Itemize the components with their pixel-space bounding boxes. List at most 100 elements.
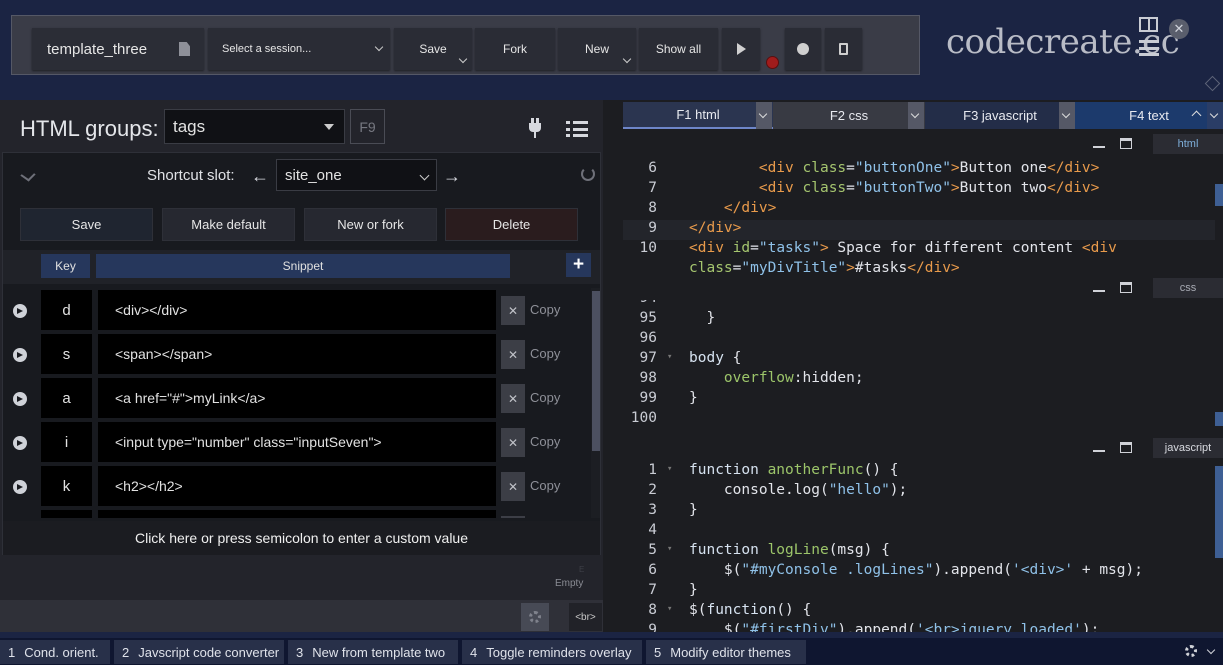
arrow-left-icon[interactable]: ←	[251, 166, 269, 187]
menu-icon[interactable]	[1139, 40, 1159, 56]
snippet-list: d <div></div> ✕ Copy s <span></span> ✕ C…	[3, 288, 591, 518]
add-snippet-button[interactable]: +	[566, 253, 591, 277]
fork-button[interactable]: Fork	[475, 28, 555, 70]
close-icon[interactable]: ✕	[1169, 19, 1189, 39]
show-all-button[interactable]: Show all	[639, 28, 718, 70]
groups-label: HTML groups:	[20, 116, 159, 141]
close-icon[interactable]: ✕	[501, 472, 525, 501]
arrow-circle-right-icon[interactable]	[13, 436, 27, 450]
snippet-column-header[interactable]: Snippet	[96, 254, 510, 278]
snippet-key[interactable]: a	[41, 378, 92, 418]
copy-button[interactable]: Copy	[530, 302, 560, 317]
snippet-value[interactable]: <a href="#">myLink</a>	[98, 378, 496, 418]
slot-save-button[interactable]: Save	[20, 208, 153, 241]
table-row: a <a href="#">myLink</a> ✕ Copy	[3, 376, 591, 420]
snippet-value[interactable]	[98, 510, 496, 518]
status-item-code-converter[interactable]: 2 Javscript code converter	[114, 640, 284, 664]
status-item-label: Cond. orient.	[24, 644, 99, 660]
copy-button[interactable]: Copy	[530, 478, 560, 493]
status-item-editor-themes[interactable]: 5 Modify editor themes	[646, 640, 806, 664]
snippet-key[interactable]	[41, 510, 92, 518]
device-button[interactable]	[825, 28, 862, 70]
shortcut-slot-select[interactable]: site_one	[276, 159, 437, 191]
play-icon	[736, 43, 746, 55]
settings-button[interactable]	[521, 603, 549, 631]
close-icon[interactable]: ✕	[501, 296, 525, 325]
status-item-toggle-reminders[interactable]: 4 Toggle reminders overlay	[462, 640, 642, 664]
close-icon[interactable]	[501, 516, 525, 518]
chevron-down-icon[interactable]	[756, 102, 772, 129]
minimize-icon[interactable]	[1093, 146, 1105, 148]
session-select[interactable]: Select a session...	[208, 28, 390, 70]
empty-shortcut-key: E	[579, 565, 585, 574]
copy-button[interactable]: Copy	[530, 434, 560, 449]
list-icon[interactable]	[566, 121, 588, 137]
status-item-new-from-template[interactable]: 3 New from template two	[288, 640, 458, 664]
move-icon[interactable]	[1204, 75, 1221, 92]
snippet-key[interactable]: i	[41, 422, 92, 462]
delete-button[interactable]: Delete	[445, 208, 578, 241]
close-icon[interactable]: ✕	[501, 384, 525, 413]
minimize-icon[interactable]	[1093, 450, 1105, 452]
snippet-key[interactable]: d	[41, 290, 92, 330]
chevron-down-icon[interactable]	[1059, 102, 1075, 129]
html-code-pane[interactable]: 6 <div class="buttonOne">Button one</div…	[623, 158, 1223, 276]
chevron-down-icon[interactable]	[1206, 645, 1216, 655]
maximize-icon[interactable]	[1120, 282, 1132, 293]
snippet-value[interactable]: <input type="number" class="inputSeven">	[98, 422, 496, 462]
arrow-circle-right-icon[interactable]	[13, 348, 27, 362]
tab-html[interactable]: F1 html	[623, 102, 773, 129]
chevron-down-icon[interactable]	[908, 102, 924, 129]
maximize-icon[interactable]	[1120, 138, 1132, 149]
status-item-label: Javscript code converter	[138, 644, 280, 660]
snippet-key[interactable]: k	[41, 466, 92, 506]
copy-button[interactable]: Copy	[530, 346, 560, 361]
refresh-icon[interactable]	[581, 167, 595, 181]
status-item-number: 1	[8, 644, 16, 660]
new-button[interactable]: New	[558, 28, 636, 70]
make-default-button[interactable]: Make default	[162, 208, 295, 241]
snippet-scrollbar-thumb[interactable]	[592, 291, 600, 451]
save-button[interactable]: Save	[394, 28, 472, 70]
chevron-down-icon[interactable]	[622, 54, 632, 64]
record-indicator[interactable]	[766, 56, 779, 69]
snippet-value[interactable]: <span></span>	[98, 334, 496, 374]
document-icon[interactable]	[179, 42, 190, 56]
br-button[interactable]: <br>	[569, 603, 602, 631]
arrow-right-icon[interactable]: →	[443, 166, 461, 187]
groups-select[interactable]: tags	[164, 109, 345, 144]
status-item-label: Modify editor themes	[670, 644, 791, 660]
css-code-pane[interactable]: 94 95 } 96 97▾body { 98 overflow:hidden;…	[623, 300, 1223, 428]
minimize-icon[interactable]	[1093, 290, 1105, 292]
run-button[interactable]	[722, 28, 760, 70]
pane-language-label: javascript	[1153, 438, 1223, 458]
tab-javascript[interactable]: F3 javascript	[925, 102, 1075, 129]
custom-value-hint[interactable]: Click here or press semicolon to enter a…	[3, 521, 600, 555]
plug-icon[interactable]	[527, 118, 543, 138]
snippet-value[interactable]: <div></div>	[98, 290, 496, 330]
snippet-value[interactable]: <h2></h2>	[98, 466, 496, 506]
key-column-header[interactable]: Key	[41, 254, 90, 278]
template-name-field[interactable]: template_three	[32, 28, 204, 70]
new-or-fork-button[interactable]: New or fork	[304, 208, 437, 241]
palette-button[interactable]	[785, 28, 821, 70]
close-icon[interactable]: ✕	[501, 428, 525, 457]
chevron-down-icon[interactable]	[458, 54, 468, 64]
snippet-key[interactable]: s	[41, 334, 92, 374]
tab-css[interactable]: F2 css	[773, 102, 925, 129]
chevron-down-icon[interactable]	[1207, 102, 1223, 129]
pencil-icon[interactable]	[20, 168, 36, 182]
javascript-code-pane[interactable]: 1 ▾ function anotherFunc() { 2 console.log…	[623, 462, 1223, 632]
maximize-icon[interactable]	[1120, 442, 1132, 453]
copy-button[interactable]: Copy	[530, 390, 560, 405]
gear-icon[interactable]	[1185, 645, 1197, 657]
status-item-number: 3	[296, 644, 304, 660]
arrow-circle-right-icon[interactable]	[13, 392, 27, 406]
layout-icon[interactable]	[1139, 17, 1158, 32]
close-icon[interactable]: ✕	[501, 340, 525, 369]
arrow-circle-right-icon[interactable]	[13, 480, 27, 494]
status-item-cond-orient[interactable]: 1 Cond. orient.	[0, 640, 110, 664]
fork-label: Fork	[503, 42, 527, 56]
status-item-label: New from template two	[312, 644, 446, 660]
arrow-circle-right-icon[interactable]	[13, 304, 27, 318]
